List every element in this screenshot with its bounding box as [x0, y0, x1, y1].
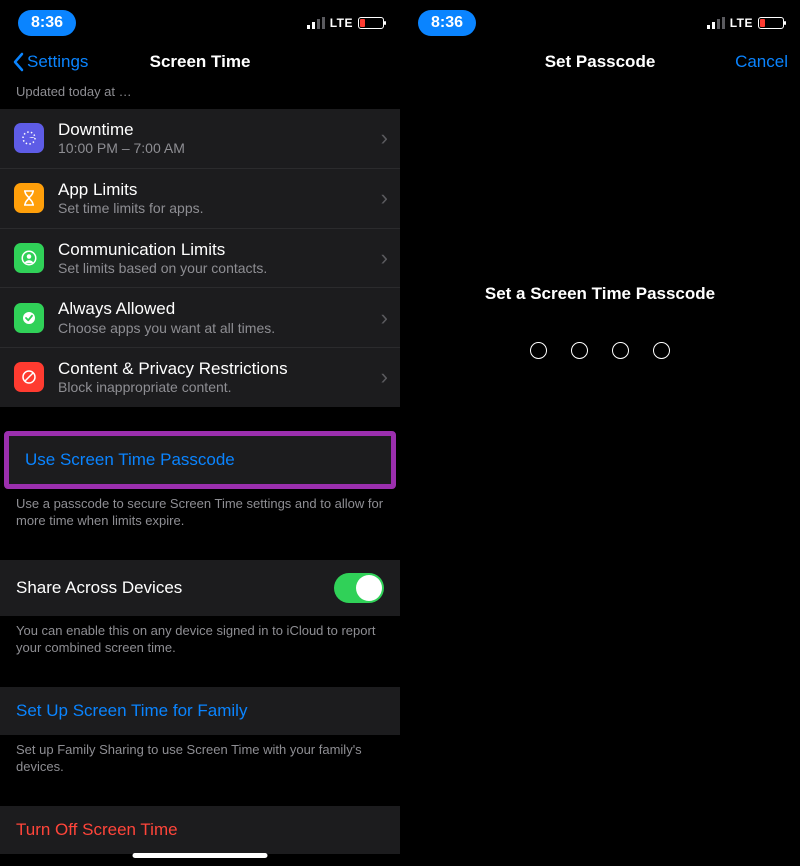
row-title: Downtime: [58, 119, 367, 140]
row-title: Always Allowed: [58, 298, 367, 319]
screen-time-screen: 8:36 LTE Settings Screen Time Updated to…: [0, 0, 400, 866]
passcode-dot: [571, 342, 588, 359]
share-label: Share Across Devices: [16, 578, 182, 598]
always-allowed-row[interactable]: Always AllowedChoose apps you want at al…: [0, 288, 400, 348]
chevron-back-icon: [12, 52, 24, 72]
share-across-devices-row[interactable]: Share Across Devices: [0, 560, 400, 616]
page-title: Set Passcode: [545, 52, 656, 72]
chevron-right-icon: ›: [381, 305, 388, 331]
status-bar: 8:36 LTE: [400, 0, 800, 40]
signal-icon: [307, 17, 325, 29]
network-label: LTE: [330, 16, 353, 30]
battery-icon: [758, 17, 784, 29]
status-bar: 8:36 LTE: [0, 0, 400, 40]
downtime-row[interactable]: Downtime10:00 PM – 7:00 AM ›: [0, 109, 400, 169]
passcode-dot: [530, 342, 547, 359]
last-updated-text: Updated today at …: [0, 84, 400, 105]
content-privacy-row[interactable]: Content & Privacy RestrictionsBlock inap…: [0, 348, 400, 407]
row-title: Communication Limits: [58, 239, 367, 260]
cancel-button[interactable]: Cancel: [735, 52, 788, 72]
nav-bar: Set Passcode Cancel: [400, 40, 800, 84]
signal-icon: [707, 17, 725, 29]
app-limits-row[interactable]: App LimitsSet time limits for apps. ›: [0, 169, 400, 229]
turn-off-button[interactable]: Turn Off Screen Time: [0, 806, 400, 854]
chevron-right-icon: ›: [381, 125, 388, 151]
back-button[interactable]: Settings: [12, 52, 88, 72]
link-label: Set Up Screen Time for Family: [16, 701, 247, 721]
passcode-area: Set a Screen Time Passcode: [400, 284, 800, 359]
back-label: Settings: [27, 52, 88, 72]
content: Updated today at … Downtime10:00 PM – 7:…: [0, 84, 400, 854]
row-subtitle: Choose apps you want at all times.: [58, 320, 367, 338]
home-indicator[interactable]: [133, 853, 268, 858]
row-subtitle: Set limits based on your contacts.: [58, 260, 367, 278]
passcode-footer: Use a passcode to secure Screen Time set…: [0, 489, 400, 530]
passcode-dots: [530, 342, 670, 359]
row-subtitle: 10:00 PM – 7:00 AM: [58, 140, 367, 158]
checkmark-shield-icon: [14, 303, 44, 333]
contact-icon: [14, 243, 44, 273]
time-pill[interactable]: 8:36: [418, 10, 476, 36]
set-passcode-screen: 8:36 LTE Set Passcode Cancel Set a Scree…: [400, 0, 800, 866]
settings-section: Downtime10:00 PM – 7:00 AM › App LimitsS…: [0, 109, 400, 407]
communication-limits-row[interactable]: Communication LimitsSet limits based on …: [0, 229, 400, 289]
network-label: LTE: [730, 16, 753, 30]
setup-family-button[interactable]: Set Up Screen Time for Family: [0, 687, 400, 735]
passcode-dot: [653, 342, 670, 359]
downtime-icon: [14, 123, 44, 153]
time-pill[interactable]: 8:36: [18, 10, 76, 36]
page-title: Screen Time: [150, 52, 251, 72]
status-right: LTE: [307, 16, 384, 30]
family-footer: Set up Family Sharing to use Screen Time…: [0, 735, 400, 776]
link-label: Turn Off Screen Time: [16, 820, 178, 840]
highlight-box: Use Screen Time Passcode: [4, 431, 396, 489]
battery-icon: [358, 17, 384, 29]
passcode-prompt: Set a Screen Time Passcode: [485, 284, 715, 304]
row-subtitle: Set time limits for apps.: [58, 200, 367, 218]
share-toggle[interactable]: [334, 573, 384, 603]
link-label: Use Screen Time Passcode: [25, 450, 235, 470]
chevron-right-icon: ›: [381, 364, 388, 390]
row-subtitle: Block inappropriate content.: [58, 379, 367, 397]
chevron-right-icon: ›: [381, 245, 388, 271]
nav-bar: Settings Screen Time: [0, 40, 400, 84]
share-footer: You can enable this on any device signed…: [0, 616, 400, 657]
row-title: Content & Privacy Restrictions: [58, 358, 367, 379]
row-title: App Limits: [58, 179, 367, 200]
passcode-dot: [612, 342, 629, 359]
use-passcode-button[interactable]: Use Screen Time Passcode: [9, 436, 391, 484]
status-right: LTE: [707, 16, 784, 30]
nosign-icon: [14, 362, 44, 392]
hourglass-icon: [14, 183, 44, 213]
chevron-right-icon: ›: [381, 185, 388, 211]
